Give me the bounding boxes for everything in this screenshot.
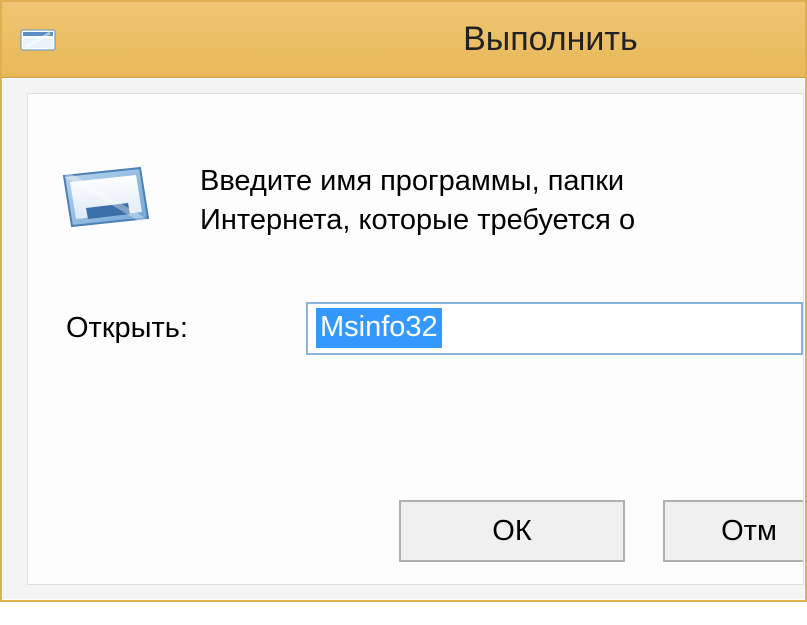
ok-button-label: ОК bbox=[492, 515, 531, 548]
description-line1: Введите имя программы, папки bbox=[200, 162, 635, 201]
description-line2: Интернета, которые требуется о bbox=[200, 201, 635, 240]
open-label: Открыть: bbox=[66, 312, 306, 345]
window-title: Выполнить bbox=[463, 20, 638, 59]
dialog-panel: Введите имя программы, папки Интернета, … bbox=[27, 93, 804, 585]
titlebar[interactable]: Выполнить bbox=[2, 2, 805, 78]
cancel-button-label: Отм bbox=[721, 515, 777, 548]
description-text: Введите имя программы, папки Интернета, … bbox=[160, 160, 635, 240]
run-titlebar-icon bbox=[18, 25, 58, 55]
client-area: Введите имя программы, папки Интернета, … bbox=[2, 78, 805, 600]
run-large-icon bbox=[52, 160, 160, 238]
open-combobox[interactable]: Msinfo32 bbox=[306, 302, 803, 355]
open-input-selected-text: Msinfo32 bbox=[316, 308, 442, 348]
cancel-button[interactable]: Отм bbox=[663, 500, 803, 562]
button-row: ОК Отм bbox=[399, 500, 803, 562]
run-dialog-window: Выполнить bbox=[0, 0, 807, 602]
ok-button[interactable]: ОК bbox=[399, 500, 625, 562]
